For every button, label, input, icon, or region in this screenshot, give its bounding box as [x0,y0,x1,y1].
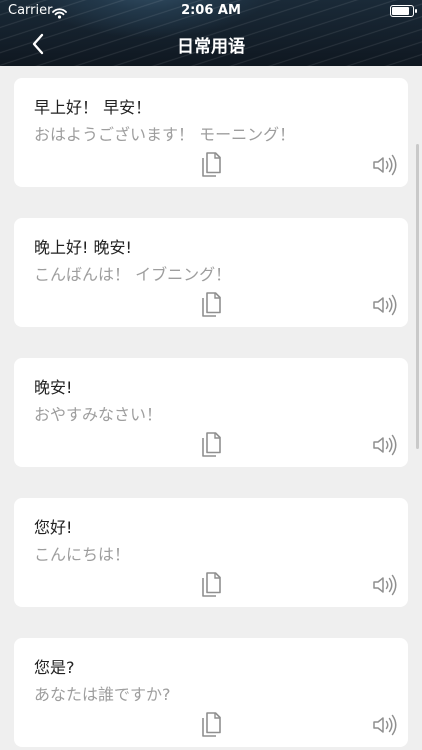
copy-icon[interactable] [198,710,224,740]
copy-icon[interactable] [198,290,224,320]
copy-icon[interactable] [198,570,224,600]
page-title: 日常用语 [177,37,245,57]
speaker-icon[interactable] [371,291,399,319]
nav-bar: Carrier 2:06 AM 日常用语 [0,0,422,66]
status-time: 2:06 AM [181,3,241,18]
battery-icon [390,5,417,17]
scrollbar-thumb[interactable] [416,144,419,449]
speaker-icon[interactable] [371,711,399,739]
phrase-card: 晚上好! 晚安! こんばんは！ イブニング！ [14,218,408,327]
phrase-chinese: 晚上好! 晚安! [34,238,132,257]
battery-fill [392,7,409,15]
copy-icon[interactable] [198,430,224,460]
speaker-icon[interactable] [371,431,399,459]
phrase-japanese: おはようございます！ モーニング！ [34,125,296,144]
copy-icon[interactable] [198,150,224,180]
phrase-japanese: こんばんは！ イブニング！ [34,265,232,284]
phrase-chinese: 早上好！ 早安！ [34,98,152,117]
phrase-chinese: 您是? [34,658,75,677]
phrase-card: 早上好！ 早安！ おはようございます！ モーニング！ [14,78,408,187]
phrase-japanese: あなたは誰ですか? [34,685,171,704]
speaker-icon[interactable] [371,151,399,179]
phrase-chinese: 晚安! [34,378,73,397]
phrase-card: 晚安! おやすみなさい！ [14,358,408,467]
status-bar: Carrier 2:06 AM [0,0,422,22]
phrase-card: 您好! こんにちは！ [14,498,408,607]
phrase-card: 您是? あなたは誰ですか? [14,638,408,747]
phrase-japanese: おやすみなさい！ [34,405,163,424]
phrase-chinese: 您好! [34,518,73,537]
phrase-list[interactable]: 早上好！ 早安！ おはようございます！ モーニング！ 晚上好! 晚安! こんばん… [0,66,422,750]
phrase-japanese: こんにちは！ [34,545,131,564]
speaker-icon[interactable] [371,571,399,599]
